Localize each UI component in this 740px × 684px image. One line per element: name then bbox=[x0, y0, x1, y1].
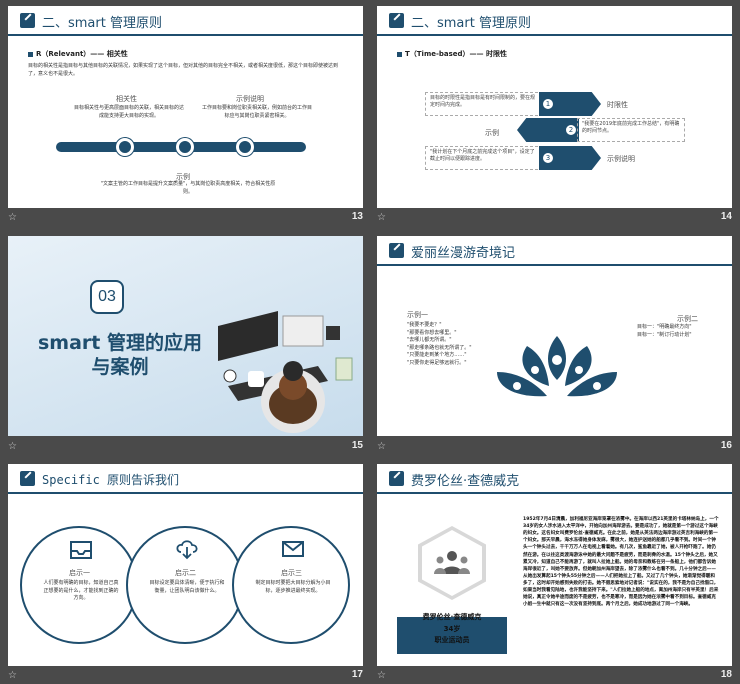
step-badge-1: 1 bbox=[542, 98, 554, 110]
slide-number: 14 bbox=[720, 211, 732, 222]
insight-circle-1: 启示一 人们要有明确的目标，知道自己真正想要的是什么，才能找到正确的方向。 bbox=[20, 526, 138, 644]
slide-header: 爱丽丝漫游奇境记 bbox=[377, 236, 732, 266]
slide-17-footer: ☆ 17 bbox=[8, 669, 363, 683]
slide-title: 费罗伦丝·查德威克 bbox=[411, 474, 520, 489]
profile-name: 费罗伦丝·查德威克 bbox=[422, 613, 482, 621]
slide-16-thumbnail[interactable]: 爱丽丝漫游奇境记 示例一 "我要不要走？" "那要看你想去哪里。" "去哪儿都无… bbox=[377, 236, 732, 436]
insight-title: 启示一 bbox=[69, 569, 90, 577]
label-3: 示例说明 bbox=[607, 155, 635, 163]
story-text: 1952年7月4日清晨，加利福尼亚海岸笼罩在浓雾中。在海岸以西21英里的卡塔林纳… bbox=[523, 517, 719, 608]
mail-icon bbox=[282, 541, 304, 557]
insight-text: 制定目标时要把大目标分解为小目标，逐步推进最终实现。 bbox=[255, 580, 331, 594]
goal-line: 目标一："制订行动计划" bbox=[637, 331, 692, 338]
star-icon[interactable]: ☆ bbox=[8, 670, 17, 681]
slide-header: 二、smart 管理原则 bbox=[377, 6, 732, 36]
slide-13-thumbnail[interactable]: 二、smart 管理原则 R（Relevant）—— 相关性 目标的相关性是指目… bbox=[8, 6, 363, 208]
slide-number: 17 bbox=[351, 669, 363, 680]
cloud-download-icon bbox=[176, 540, 198, 560]
people-icon bbox=[434, 551, 470, 574]
slide-number: 13 bbox=[351, 211, 363, 222]
insight-title: 启示三 bbox=[281, 569, 302, 577]
section-title-line2: 与案例 bbox=[91, 356, 149, 378]
timeline-node-2 bbox=[176, 138, 194, 156]
slide-header: Specific 原则告诉我们 bbox=[8, 464, 363, 494]
bullet-square-icon bbox=[28, 51, 33, 57]
body-text: 目标的相关性是指目标与其他目标的关联情况，如果实现了这个目标，但对其他的目标完全… bbox=[28, 63, 339, 77]
col2-text: 工作目标要和岗位职责相关联，例如前台的工作目标应与其岗位职责紧密相关。 bbox=[202, 105, 313, 119]
star-icon[interactable]: ☆ bbox=[8, 212, 17, 223]
slide-number: 18 bbox=[720, 669, 732, 680]
section-subtitle: R（Relevant）—— 相关性 bbox=[28, 49, 128, 59]
step-badge-2: 2 bbox=[565, 124, 577, 136]
workspace-illustration bbox=[218, 311, 353, 433]
col1-title: 相关性 bbox=[116, 95, 137, 103]
star-icon[interactable]: ☆ bbox=[377, 441, 386, 452]
slide-header: 费罗伦丝·查德威克 bbox=[377, 464, 732, 494]
slide-16-footer: ☆ 16 bbox=[377, 440, 732, 454]
slide-17-thumbnail[interactable]: Specific 原则告诉我们 启示一 人们要有明确的目标，知道自己真正想要的是… bbox=[8, 464, 363, 666]
section-number: 03 bbox=[98, 288, 116, 305]
star-icon[interactable]: ☆ bbox=[8, 441, 17, 452]
insight-circle-3: 启示三 制定目标时要把大目标分解为小目标，逐步推进最终实现。 bbox=[232, 526, 350, 644]
insight-title: 启示二 bbox=[175, 569, 196, 577]
edit-icon bbox=[389, 243, 404, 258]
insight-circle-2: 启示二 目标设定要具体清晰，便于执行和衡量，让团队明白该做什么。 bbox=[126, 526, 244, 644]
label-2: 示例 bbox=[485, 129, 499, 137]
col1-text: 目标相关性与更高层面目标的关联，相关目标的达成能支持更大目标的实现。 bbox=[74, 105, 185, 119]
profile-job: 职业运动员 bbox=[434, 636, 470, 644]
info-box-2: "我要在2019年底前完成工作总结"，有明确的时间节点。 bbox=[577, 118, 685, 142]
timeline-node-1 bbox=[116, 138, 134, 156]
label-1: 时限性 bbox=[607, 101, 628, 109]
goal-line: 目标一："明确最终方向" bbox=[637, 324, 692, 330]
section-title-line1: smart 管理的应用 bbox=[38, 332, 202, 354]
slide-header: 二、smart 管理原则 bbox=[8, 6, 363, 36]
slide-18-thumbnail[interactable]: 费罗伦丝·查德威克 费罗伦丝·查德威克 34岁 职业运动员 1952年7月4日清… bbox=[377, 464, 732, 666]
slide-15-thumbnail[interactable]: 03 smart 管理的应用 与案例 bbox=[8, 236, 363, 436]
example-text: "文案主管的工作目标是提升文案质量"，与其岗位职责高度相关，符合相关性原则。 bbox=[100, 181, 276, 195]
insight-text: 人们要有明确的目标，知道自己真正想要的是什么，才能找到正确的方向。 bbox=[43, 580, 119, 601]
slide-13-footer: ☆ 13 bbox=[8, 211, 363, 225]
slide-15-footer: ☆ 15 bbox=[8, 440, 363, 454]
step-badge-3: 3 bbox=[542, 152, 554, 164]
timeline-node-3 bbox=[236, 138, 254, 156]
bullet-square-icon bbox=[397, 51, 402, 57]
lotus-diagram bbox=[497, 336, 617, 397]
slide-title: 二、smart 管理原则 bbox=[42, 16, 162, 31]
right-goals: 目标一："明确最终方向" 目标一："制订行动计划" bbox=[637, 324, 717, 339]
slide-number: 16 bbox=[720, 440, 732, 451]
right-example-title: 示例二 bbox=[677, 315, 698, 323]
slide-title: 二、smart 管理原则 bbox=[411, 16, 531, 31]
slide-14-thumbnail[interactable]: 二、smart 管理原则 T（Time-based）—— 时限性 目标的时限性是… bbox=[377, 6, 732, 208]
star-icon[interactable]: ☆ bbox=[377, 670, 386, 681]
inbox-icon bbox=[70, 541, 92, 559]
col2-title: 示例说明 bbox=[236, 95, 264, 103]
edit-icon bbox=[20, 13, 35, 28]
info-box-1: 目标的时限性是指目标是有时间限制的，要在规定时间内完成。 bbox=[425, 92, 543, 116]
insight-text: 目标设定要具体清晰，便于执行和衡量，让团队明白该做什么。 bbox=[149, 580, 225, 594]
slide-title: Specific 原则告诉我们 bbox=[42, 473, 180, 487]
section-number-box: 03 bbox=[90, 280, 124, 314]
edit-icon bbox=[389, 13, 404, 28]
slide-14-footer: ☆ 14 bbox=[377, 211, 732, 225]
edit-icon bbox=[20, 471, 35, 486]
edit-icon bbox=[389, 471, 404, 486]
section-subtitle: T（Time-based）—— 时限性 bbox=[397, 49, 507, 59]
slide-title: 爱丽丝漫游奇境记 bbox=[411, 246, 516, 261]
slide-number: 15 bbox=[351, 440, 363, 451]
profile-age: 34岁 bbox=[443, 625, 461, 633]
left-example-title: 示例一 bbox=[407, 311, 428, 319]
slide-18-footer: ☆ 18 bbox=[377, 669, 732, 683]
star-icon[interactable]: ☆ bbox=[377, 212, 386, 223]
info-box-3: "我计划在下个月底之前完成这个项目"，设定了截止时间以便跟踪进度。 bbox=[425, 146, 543, 170]
